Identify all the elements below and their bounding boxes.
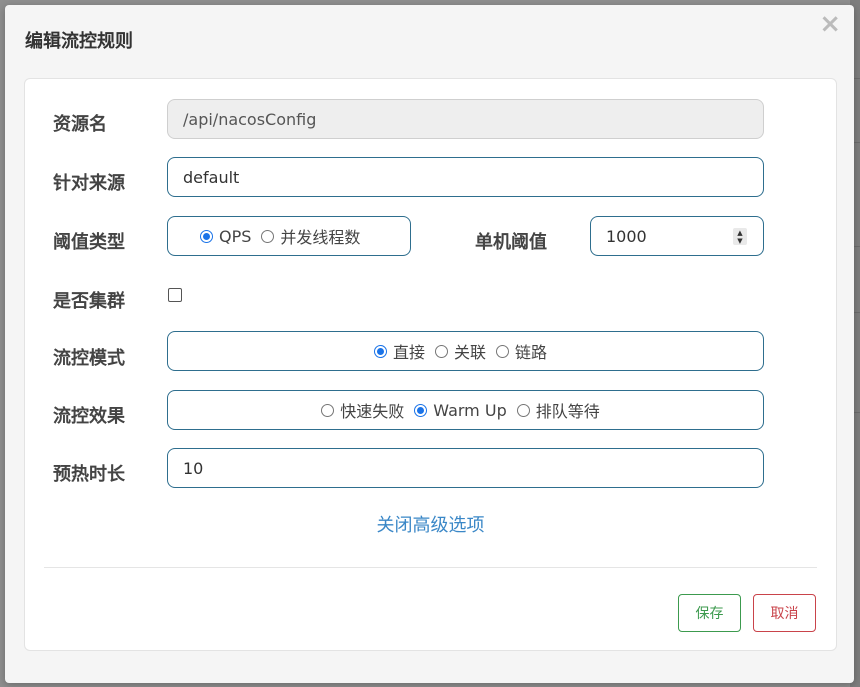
edit-flow-rule-dialog: 编辑流控规则 × 资源名 /api/nacosConfig 针对来源 defau… <box>5 5 854 683</box>
cluster-checkbox[interactable] <box>168 288 182 302</box>
close-advanced-options-link[interactable]: 关闭高级选项 <box>25 511 836 537</box>
radio-unselected-icon[interactable] <box>496 344 509 358</box>
limit-app-input[interactable]: default <box>167 157 764 197</box>
grade-option-label: 并发线程数 <box>280 228 361 247</box>
limit-app-value: default <box>183 167 240 187</box>
control-behavior-label: 流控效果 <box>53 406 125 427</box>
threshold-input[interactable]: 1000 ▲ ▼ <box>590 216 764 256</box>
strategy-option-relate[interactable]: 关联 <box>434 339 486 363</box>
spinner-up-icon[interactable]: ▲ <box>737 229 742 237</box>
grade-option-label: QPS <box>219 226 252 246</box>
cluster-label: 是否集群 <box>53 291 125 312</box>
threshold-label: 单机阈值 <box>475 232 547 253</box>
grade-label: 阈值类型 <box>53 232 125 253</box>
control-behavior-radio-group: 快速失败 Warm Up 排队等待 <box>167 390 764 430</box>
number-spinner-icon[interactable]: ▲ ▼ <box>733 228 747 245</box>
radio-unselected-icon[interactable] <box>516 403 530 417</box>
strategy-option-label: 链路 <box>515 343 548 362</box>
strategy-option-chain[interactable]: 链路 <box>496 339 547 363</box>
radio-unselected-icon[interactable] <box>434 344 448 358</box>
warmup-value: 10 <box>183 458 204 478</box>
behavior-option-label: 快速失败 <box>340 402 405 421</box>
cancel-button[interactable]: 取消 <box>753 594 816 632</box>
spinner-down-icon[interactable]: ▼ <box>737 237 742 245</box>
radio-unselected-icon[interactable] <box>321 403 335 417</box>
radio-selected-icon[interactable] <box>200 229 213 243</box>
strategy-radio-group: 直接 关联 链路 <box>167 331 764 371</box>
save-button[interactable]: 保存 <box>678 594 741 632</box>
resource-input: /api/nacosConfig <box>167 99 764 139</box>
warmup-label: 预热时长 <box>53 464 125 485</box>
radio-unselected-icon[interactable] <box>261 229 275 243</box>
radio-selected-icon[interactable] <box>373 344 387 358</box>
resource-value: /api/nacosConfig <box>183 109 317 129</box>
behavior-option-queue[interactable]: 排队等待 <box>516 398 600 422</box>
strategy-label: 流控模式 <box>53 348 125 369</box>
grade-option-qps[interactable]: QPS <box>200 227 251 246</box>
strategy-option-label: 直接 <box>392 343 425 362</box>
behavior-option-label: Warm Up <box>433 400 507 420</box>
behavior-option-label: 排队等待 <box>535 402 600 421</box>
footer-divider <box>44 567 817 568</box>
behavior-option-fast-fail[interactable]: 快速失败 <box>321 398 404 422</box>
threshold-value: 1000 <box>606 226 647 246</box>
strategy-option-label: 关联 <box>453 343 486 362</box>
dialog-title: 编辑流控规则 <box>25 31 133 52</box>
warmup-input[interactable]: 10 <box>167 448 764 488</box>
resource-label: 资源名 <box>53 114 107 135</box>
grade-option-thread[interactable]: 并发线程数 <box>261 224 360 248</box>
close-icon[interactable]: × <box>819 11 841 37</box>
limit-app-label: 针对来源 <box>53 173 125 194</box>
grade-radio-group: QPS 并发线程数 <box>167 216 411 256</box>
form-panel: 资源名 /api/nacosConfig 针对来源 default 阈值类型 Q… <box>24 78 837 651</box>
radio-selected-icon[interactable] <box>414 403 428 417</box>
strategy-option-direct[interactable]: 直接 <box>373 339 425 363</box>
behavior-option-warm-up[interactable]: Warm Up <box>414 400 507 420</box>
